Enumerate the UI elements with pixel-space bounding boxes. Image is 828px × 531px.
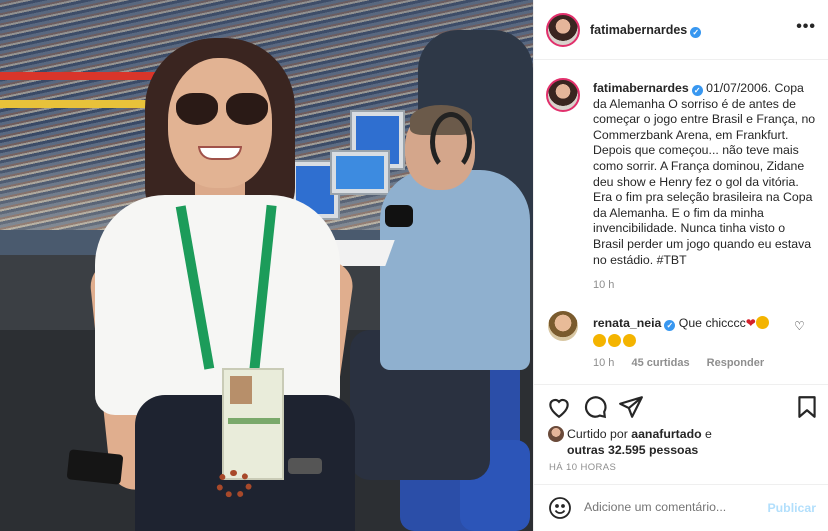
reply-button[interactable]: Responder [707,357,764,369]
white-shirt [95,195,340,415]
wallet [66,449,124,485]
likes-middle: e [701,427,712,441]
author-username[interactable]: fatimabernardes [590,23,687,37]
comment-likes[interactable]: 45 curtidas [631,357,689,369]
post-panel: fatimabernardes ✓ ••• fatimabernardes ✓ 01… [533,0,828,531]
bracelet [216,470,252,498]
comment-icon[interactable] [582,394,608,420]
comment-input[interactable] [584,500,754,514]
likes-others[interactable]: outras 32.595 pessoas [567,443,698,457]
post-photo[interactable] [0,0,533,531]
verified-icon: ✓ [664,320,676,331]
press-badge [222,368,284,480]
caption-avatar[interactable] [546,78,580,112]
comment-time: 10 h [593,357,615,369]
monitor [330,150,390,195]
commenter-avatar[interactable] [548,311,578,341]
watch [288,458,322,474]
caption: fatimabernardes ✓ 01/07/2006. Copa da Ale… [593,81,819,268]
likes-text: Curtido por aanafurtado e outras 32.595 … [567,427,712,458]
comment-meta: 10 h 45 curtidas Responder [593,357,778,369]
smiley-icon[interactable] [548,496,572,520]
headset-icon [430,112,472,172]
liker-avatar[interactable] [548,426,564,442]
stadium-banner [0,72,170,80]
stadium-banner [0,100,160,108]
likes-prefix: Curtido por [567,427,632,441]
author-username-row[interactable]: fatimabernardes ✓ [590,23,702,38]
comment-like-heart-icon[interactable]: ♡ [794,319,805,333]
clap-emoji-icon [608,334,621,347]
clap-emoji-icon [593,334,606,347]
commentator [380,170,530,370]
red-heart-emoji-icon: ❤ [745,316,756,330]
heart-icon[interactable] [546,394,572,420]
microphone [385,205,413,227]
comment-text: Que chicccc [678,316,746,330]
post-timestamp[interactable]: HÁ 10 HORAS [549,462,616,473]
comment: renata_neia ✓ Que chicccc❤ [593,314,793,350]
author-avatar[interactable] [546,13,580,47]
clap-emoji-icon [623,334,636,347]
publish-button[interactable]: Publicar [767,501,816,515]
more-icon[interactable]: ••• [796,18,816,36]
add-comment-bar: Publicar [534,484,828,531]
caption-text: 01/07/2006. Copa da Alemanha O sorriso é… [593,81,816,267]
verified-icon: ✓ [691,85,703,96]
share-icon[interactable] [618,394,644,420]
liker-username[interactable]: aanafurtado [631,427,701,441]
caption-username[interactable]: fatimabernardes [593,81,689,95]
comment-username[interactable]: renata_neia [593,316,661,330]
comments-list[interactable]: fatimabernardes ✓ 01/07/2006. Copa da Ale… [534,61,828,384]
verified-icon: ✓ [690,27,702,38]
actions-section: Curtido por aanafurtado e outras 32.595 … [534,384,828,484]
post-header: fatimabernardes ✓ ••• [534,0,828,60]
clap-emoji-icon [755,316,769,329]
caption-time: 10 h [593,279,615,291]
bookmark-icon[interactable] [794,394,820,420]
sunglasses [176,93,268,127]
